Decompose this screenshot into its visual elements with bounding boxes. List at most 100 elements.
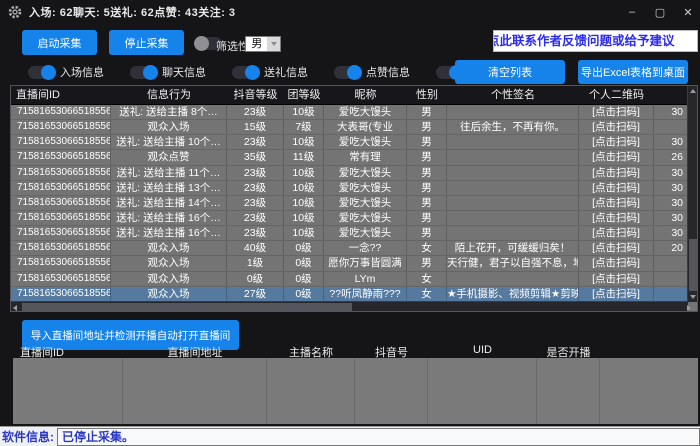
table-row[interactable]: 7158165306651855630送礼: 送给主播 16个…23级10级爱吃…	[11, 226, 687, 241]
table-row[interactable]: 7158165306651855630观众入场27级0级??听凤静雨???女★手…	[11, 287, 687, 302]
cell: 男	[407, 105, 447, 119]
qr-scan-link[interactable]: [点击扫码]	[579, 272, 654, 286]
column-header: 直播间地址	[123, 344, 267, 358]
table-row[interactable]: 7158165306651855630送礼: 送给主播 11个…23级10级爱吃…	[11, 166, 687, 181]
qr-scan-link[interactable]: [点击扫码]	[579, 166, 654, 180]
cell: 20	[654, 241, 687, 255]
chevron-down-icon[interactable]	[267, 37, 280, 51]
cell	[654, 272, 687, 286]
cell: 0级	[284, 241, 324, 255]
qr-scan-link[interactable]: [点击扫码]	[579, 120, 654, 134]
stop-collect-button[interactable]: 停止采集	[109, 30, 184, 55]
table-row[interactable]: 7158165306651855630送礼: 送给主播 8个…23级10级爱吃大…	[11, 105, 687, 120]
qr-scan-link[interactable]: [点击扫码]	[579, 196, 654, 210]
cell: 女	[407, 287, 447, 301]
cell: 0级	[284, 256, 324, 270]
info-toggle-点赞信息[interactable]: 点赞信息	[334, 64, 410, 80]
qr-scan-link[interactable]: [点击扫码]	[579, 211, 654, 225]
cell: 40级	[227, 241, 284, 255]
clear-list-button[interactable]: 清空列表	[455, 60, 565, 84]
qr-scan-link[interactable]: [点击扫码]	[579, 150, 654, 164]
maximize-icon[interactable]: ▢	[654, 6, 666, 19]
qr-scan-link[interactable]: [点击扫码]	[579, 135, 654, 149]
cell: 30	[654, 105, 687, 119]
table-row[interactable]: 7158165306651855630送礼: 送给主播 14个…23级10级爱吃…	[11, 196, 687, 211]
cell	[447, 196, 579, 210]
toggle-icon[interactable]	[130, 66, 157, 79]
cell: 男	[407, 166, 447, 180]
minimize-icon[interactable]: –	[626, 6, 638, 18]
close-icon[interactable]: ✕	[682, 6, 694, 19]
start-collect-button[interactable]: 启动采集	[22, 30, 97, 55]
toggle-icon[interactable]	[232, 66, 259, 79]
cell: 男	[407, 211, 447, 225]
cell: 送礼: 送给主播 10个…	[111, 135, 227, 149]
scroll-left-icon[interactable]	[13, 305, 17, 311]
cell: 男	[407, 226, 447, 240]
qr-scan-link[interactable]: [点击扫码]	[579, 181, 654, 195]
room-table-body	[13, 358, 698, 424]
cell: 23级	[227, 196, 284, 210]
status-message: 已停止采集。	[57, 428, 700, 446]
cell: 10级	[284, 181, 324, 195]
table-row[interactable]: 7158165306651855630送礼: 送给主播 10个…23级10级爱吃…	[11, 135, 687, 150]
table-row[interactable]: 7158165306651855630观众入场40级0级一念??女陌上花开，可缓…	[11, 241, 687, 256]
qr-scan-link[interactable]: [点击扫码]	[579, 226, 654, 240]
cell	[654, 120, 687, 134]
column-header: 抖音号	[355, 344, 428, 358]
column-header: UID	[428, 344, 537, 358]
info-toggle-送礼信息[interactable]: 送礼信息	[232, 64, 308, 80]
column-header: 昵称	[324, 86, 407, 104]
column-header: 主播名称	[267, 344, 355, 358]
table-row[interactable]: 7158165306651855630观众入场0级0级LYm女[点击扫码]	[11, 272, 687, 287]
info-toggle-入场信息[interactable]: 入场信息	[28, 64, 104, 80]
table-row[interactable]: 7158165306651855630送礼: 送给主播 16个…23级10级爱吃…	[11, 211, 687, 226]
cell: 10级	[284, 135, 324, 149]
table-row[interactable]: 7158165306651855630观众入场1级0级愿你万事皆圆满男天行健，君…	[11, 256, 687, 271]
message-table-header: 直播间ID信息行为抖音等级团等级昵称性别个性签名个人二维码	[11, 86, 687, 105]
app-window: 入场: 62聊天: 5送礼: 62点赞: 43关注: 3 – ▢ ✕ 启动采集 …	[0, 0, 700, 446]
table-row[interactable]: 7158165306651855630送礼: 送给主播 13个…23级10级爱吃…	[11, 181, 687, 196]
cell: 送礼: 送给主播 8个…	[111, 105, 227, 119]
title-bar: 入场: 62聊天: 5送礼: 62点赞: 43关注: 3 – ▢ ✕	[0, 0, 700, 24]
info-toggle-聊天信息[interactable]: 聊天信息	[130, 64, 206, 80]
cell: 女	[407, 241, 447, 255]
cell	[447, 211, 579, 225]
qr-scan-link[interactable]: [点击扫码]	[579, 105, 654, 119]
gender-select[interactable]: 男	[245, 36, 281, 52]
feedback-link[interactable]: 点此联系作者反馈问题或给予建议	[493, 30, 698, 52]
cell: ??听凤静雨???	[324, 287, 407, 301]
qr-scan-link[interactable]: [点击扫码]	[579, 256, 654, 270]
vertical-scrollbar[interactable]	[687, 86, 697, 302]
qr-scan-link[interactable]: [点击扫码]	[579, 287, 654, 301]
cell: 10级	[284, 196, 324, 210]
table-row[interactable]: 7158165306651855630观众入场15级7级大表哥(专业男往后余生，…	[11, 120, 687, 135]
cell: 男	[407, 120, 447, 134]
qr-scan-link[interactable]: [点击扫码]	[579, 241, 654, 255]
cell: 7158165306651855630	[11, 211, 111, 225]
toggle-label: 入场信息	[60, 64, 104, 80]
cell: 35级	[227, 150, 284, 164]
export-excel-button[interactable]: 导出Excel表格到桌面	[578, 60, 688, 84]
cell	[447, 150, 579, 164]
cell: 爱吃大馒头	[324, 226, 407, 240]
horizontal-scrollbar[interactable]	[11, 301, 688, 311]
cell: 23级	[227, 211, 284, 225]
table-row[interactable]: 7158165306651855630观众点赞35级11级常有理男[点击扫码]2…	[11, 150, 687, 165]
cell: 23级	[227, 181, 284, 195]
cell: 观众入场	[111, 272, 227, 286]
vertical-scroll-thumb[interactable]	[689, 239, 697, 291]
message-table: 直播间ID信息行为抖音等级团等级昵称性别个性签名个人二维码 7158165306…	[10, 85, 698, 312]
cell: 往后余生，不再有你。	[447, 120, 579, 134]
horizontal-scroll-thumb[interactable]	[22, 303, 352, 311]
toggle-icon[interactable]	[334, 66, 361, 79]
cell: 观众入场	[111, 256, 227, 270]
cell: 爱吃大馒头	[324, 211, 407, 225]
cell: 愿你万事皆圆满	[324, 256, 407, 270]
toggle-icon[interactable]	[28, 66, 55, 79]
scroll-right-icon[interactable]	[687, 305, 691, 311]
scroll-up-icon[interactable]	[688, 86, 697, 96]
scroll-down-icon[interactable]	[688, 292, 698, 302]
toggle-label: 点赞信息	[366, 64, 410, 80]
status-label: 软件信息:	[0, 428, 57, 445]
